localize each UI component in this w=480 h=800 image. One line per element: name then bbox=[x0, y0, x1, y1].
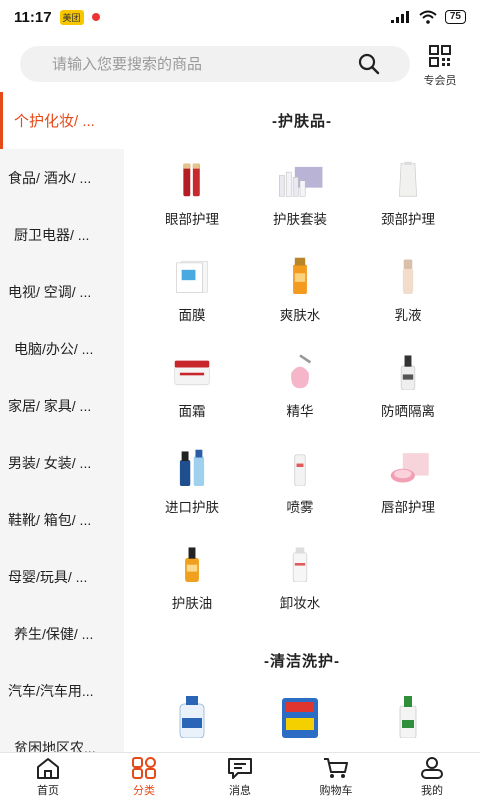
tab-label: 消息 bbox=[229, 784, 251, 797]
category-item[interactable]: 乳液 bbox=[354, 256, 462, 324]
section-title-skincare: -护肤品- bbox=[272, 113, 332, 130]
tab-label: 购物车 bbox=[319, 784, 353, 797]
category-item[interactable]: 唇部护理 bbox=[354, 448, 462, 516]
search-input[interactable] bbox=[20, 46, 358, 82]
skincare-set-product-icon bbox=[279, 166, 323, 197]
tab-home[interactable]: 首页 bbox=[0, 753, 96, 800]
category-item-label: 唇部护理 bbox=[381, 500, 435, 515]
cleaner-bottle-product-icon bbox=[399, 696, 417, 738]
sidebar-item-computer[interactable]: 电脑/办公/ ... bbox=[0, 320, 124, 377]
makeup-remover-product-icon bbox=[292, 547, 308, 582]
category-item-label: 防晒隔离 bbox=[381, 404, 435, 419]
tab-label: 首页 bbox=[37, 784, 59, 797]
header: 专会员 bbox=[0, 34, 480, 92]
category-item-label: 爽肤水 bbox=[279, 308, 321, 323]
tab-cart[interactable]: 购物车 bbox=[288, 753, 384, 800]
sidebar-item-food[interactable]: 食品/ 酒水/ ... bbox=[0, 149, 124, 206]
laundry-detergent-product-icon bbox=[179, 696, 205, 738]
qr-code-icon bbox=[429, 45, 451, 67]
category-item[interactable]: 进口护肤 bbox=[138, 448, 246, 516]
sunscreen-product-icon bbox=[400, 355, 416, 390]
category-item-label: 护肤油 bbox=[171, 596, 213, 611]
category-item-label: 面霜 bbox=[178, 404, 206, 419]
tab-profile[interactable]: 我的 bbox=[384, 753, 480, 800]
imported-skincare-product-icon bbox=[179, 449, 205, 486]
tab-category[interactable]: 分类 bbox=[96, 753, 192, 800]
search-icon[interactable] bbox=[358, 53, 380, 75]
sidebar-item-clothing[interactable]: 男装/ 女装/ ... bbox=[0, 434, 124, 491]
category-item[interactable] bbox=[246, 694, 354, 752]
section-title-cleaning: -清洁洗护- bbox=[264, 653, 340, 670]
category-item[interactable]: 精华 bbox=[246, 352, 354, 420]
skin-oil-product-icon bbox=[185, 547, 199, 582]
member-label: 专会员 bbox=[423, 75, 457, 87]
sidebar-item-rural[interactable]: 贫困地区农... bbox=[0, 719, 124, 753]
lotion-product-icon bbox=[402, 259, 414, 294]
face-cream-product-icon bbox=[174, 360, 210, 386]
sidebar-item-kitchen[interactable]: 厨卫电器/ ... bbox=[0, 206, 124, 263]
category-item[interactable]: 护肤套装 bbox=[246, 160, 354, 228]
sidebar-item-auto[interactable]: 汽车/汽车用... bbox=[0, 662, 124, 719]
category-item[interactable]: 面霜 bbox=[138, 352, 246, 420]
category-item[interactable]: 防晒隔离 bbox=[354, 352, 462, 420]
category-sidebar: 个护化妆/ ... 食品/ 酒水/ ... 厨卫电器/ ... 电视/ 空调/ … bbox=[0, 92, 124, 752]
lip-care-product-icon bbox=[390, 453, 429, 483]
spray-product-icon bbox=[294, 454, 306, 486]
serum-product-icon bbox=[291, 354, 312, 389]
eye-care-product-icon bbox=[183, 163, 200, 197]
status-time: 11:17 bbox=[14, 8, 52, 26]
category-item[interactable]: 护肤油 bbox=[138, 544, 246, 612]
category-item[interactable] bbox=[138, 694, 246, 752]
category-item[interactable]: 面膜 bbox=[138, 256, 246, 324]
category-item[interactable]: 爽肤水 bbox=[246, 256, 354, 324]
tab-label: 分类 bbox=[133, 784, 155, 797]
bottom-tab-bar: 首页 分类 消息 购物车 我的 bbox=[0, 752, 480, 800]
category-icon bbox=[132, 756, 156, 779]
status-icons: 75 bbox=[390, 10, 466, 24]
category-item-label: 乳液 bbox=[394, 308, 422, 323]
search-bar[interactable] bbox=[20, 46, 410, 82]
neck-care-product-icon bbox=[398, 161, 418, 197]
category-item[interactable]: 颈部护理 bbox=[354, 160, 462, 228]
battery-icon: 75 bbox=[444, 10, 466, 24]
sidebar-item-shoes[interactable]: 鞋靴/ 箱包/ ... bbox=[0, 491, 124, 548]
category-item[interactable]: 喷雾 bbox=[246, 448, 354, 516]
message-icon bbox=[228, 757, 252, 779]
profile-icon bbox=[421, 756, 443, 779]
home-icon bbox=[37, 757, 59, 779]
app-notification-badge: 美团 bbox=[59, 9, 84, 25]
skincare-grid: 眼部护理 护肤套装 颈部护理 面膜 爽肤水 乳液 面霜 精华 防晒隔离 进口护肤… bbox=[124, 140, 480, 612]
cart-icon bbox=[324, 757, 348, 778]
category-item-label: 面膜 bbox=[178, 308, 206, 323]
signal-icon bbox=[390, 11, 409, 23]
category-item-label: 护肤套装 bbox=[273, 212, 327, 227]
sidebar-item-home[interactable]: 家居/ 家具/ ... bbox=[0, 377, 124, 434]
sidebar-item-personal-care[interactable]: 个护化妆/ ... bbox=[0, 92, 124, 149]
category-content: -护肤品- 眼部护理 护肤套装 颈部护理 面膜 爽肤水 乳液 面霜 精华 防晒隔… bbox=[124, 92, 480, 752]
cleaning-grid bbox=[124, 680, 480, 752]
sidebar-item-baby[interactable]: 母婴/玩具/ ... bbox=[0, 548, 124, 605]
category-item[interactable]: 卸妆水 bbox=[246, 544, 354, 612]
face-mask-product-icon bbox=[176, 260, 208, 293]
toner-product-icon bbox=[293, 257, 307, 294]
member-qr-button[interactable]: 专会员 bbox=[418, 44, 462, 88]
category-item-label: 喷雾 bbox=[286, 500, 314, 515]
location-pin-icon bbox=[91, 13, 100, 21]
category-item[interactable]: 眼部护理 bbox=[138, 160, 246, 228]
category-item-label: 颈部护理 bbox=[381, 212, 435, 227]
wifi-icon bbox=[419, 10, 437, 24]
category-item-label: 卸妆水 bbox=[279, 596, 321, 611]
sidebar-item-health[interactable]: 养生/保健/ ... bbox=[0, 605, 124, 662]
detergent-powder-product-icon bbox=[282, 698, 318, 738]
category-item[interactable] bbox=[354, 694, 462, 752]
category-item-label: 眼部护理 bbox=[165, 212, 219, 227]
status-bar: 11:17 美团 75 bbox=[0, 0, 480, 34]
sidebar-item-tv[interactable]: 电视/ 空调/ ... bbox=[0, 263, 124, 320]
category-item-label: 进口护肤 bbox=[165, 500, 219, 515]
tab-label: 我的 bbox=[421, 784, 443, 797]
tab-messages[interactable]: 消息 bbox=[192, 753, 288, 800]
category-item-label: 精华 bbox=[286, 404, 314, 419]
